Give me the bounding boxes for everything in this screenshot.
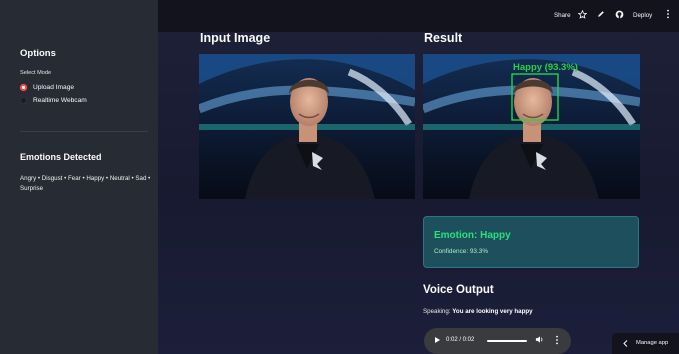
github-icon[interactable] — [614, 9, 624, 19]
input-image-heading: Input Image — [200, 31, 271, 45]
top-toolbar: Share Deploy — [158, 0, 679, 32]
share-button[interactable]: Share — [554, 12, 571, 19]
emotion-result-box: Emotion: Happy Confidence: 93.3% — [423, 216, 639, 268]
speaking-text: Speaking: You are looking very happy — [423, 308, 533, 315]
emotions-list: Angry • Disgust • Fear • Happy • Neutral… — [20, 175, 151, 192]
sidebar-divider — [20, 131, 148, 132]
radio-label: Upload Image — [33, 84, 75, 91]
emotion-result: Emotion: Happy — [434, 230, 511, 241]
radio-unselected-icon — [20, 97, 27, 104]
sidebar: Options Select Mode Upload Image Realtim… — [0, 0, 158, 354]
confidence-text: Confidence: 93.3% — [434, 248, 489, 255]
radio-upload-image[interactable]: Upload Image — [20, 84, 74, 91]
main-content: Share Deploy Input Image Result Happy (9… — [158, 0, 679, 354]
result-photo: Happy (93.3%) — [423, 54, 640, 199]
deploy-button[interactable]: Deploy — [633, 12, 652, 19]
star-icon[interactable] — [577, 9, 587, 19]
emotions-title: Emotions Detected — [20, 152, 102, 162]
volume-icon[interactable] — [535, 335, 544, 346]
radio-selected-icon — [20, 84, 27, 91]
audio-progress-bar[interactable] — [487, 340, 527, 342]
chevron-left-icon — [623, 340, 628, 349]
manage-app-label: Manage app — [636, 340, 669, 346]
more-menu-icon[interactable] — [663, 9, 673, 19]
audio-time: 0:02 / 0:02 — [446, 337, 475, 343]
result-heading: Result — [424, 31, 463, 45]
edit-pencil-icon[interactable] — [596, 9, 606, 19]
voice-output-heading: Voice Output — [423, 284, 494, 296]
options-title: Options — [20, 48, 56, 59]
speaking-phrase: You are looking very happy — [452, 308, 533, 315]
play-icon[interactable] — [435, 337, 440, 343]
mode-label: Select Mode — [20, 70, 52, 76]
input-photo — [199, 54, 415, 199]
radio-label: Realtime Webcam — [33, 97, 87, 104]
audio-player[interactable]: 0:02 / 0:02 — [424, 328, 571, 354]
app-window: Options Select Mode Upload Image Realtim… — [0, 0, 679, 354]
speaking-prefix: Speaking: — [423, 308, 451, 315]
manage-app-button[interactable]: Manage app — [612, 333, 679, 354]
audio-more-icon[interactable] — [555, 335, 559, 347]
detection-label: Happy (93.3%) — [513, 62, 578, 73]
radio-realtime-webcam[interactable]: Realtime Webcam — [20, 97, 87, 104]
